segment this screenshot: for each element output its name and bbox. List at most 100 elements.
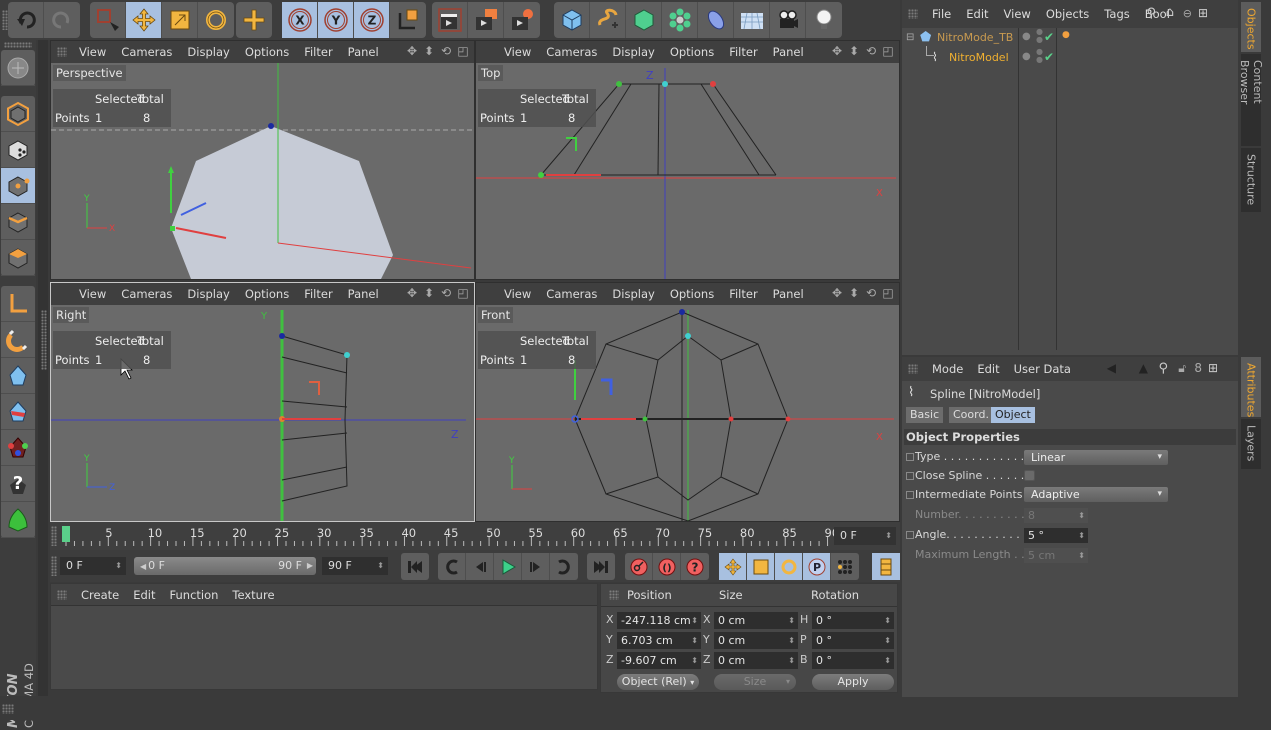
position-y-field[interactable]: 6.703 cm ⬍ xyxy=(617,632,701,649)
animate-checkbox[interactable] xyxy=(906,491,914,499)
sculpt-button[interactable] xyxy=(1,358,35,394)
visibility-dots-icon[interactable]: ● ● xyxy=(1036,28,1043,44)
pan-icon[interactable]: ✥ xyxy=(405,44,419,58)
size-x-field[interactable]: 0 cm ⬍ xyxy=(714,612,798,629)
object-row[interactable]: ⌇ NitroModel ● ● ● ✔ xyxy=(902,46,1238,68)
undo-button[interactable] xyxy=(8,2,44,38)
status-bar-grip[interactable] xyxy=(2,704,14,714)
menu-edit[interactable]: Edit xyxy=(133,588,155,602)
spinner-icon[interactable]: ⬍ xyxy=(788,632,795,649)
tag-icon[interactable]: ● xyxy=(1062,30,1070,40)
menu-view[interactable]: View xyxy=(504,287,531,301)
menu-display[interactable]: Display xyxy=(612,287,654,301)
menu-view[interactable]: View xyxy=(504,45,531,59)
menu-view[interactable]: View xyxy=(79,287,106,301)
menu-edit[interactable]: Edit xyxy=(966,7,988,21)
separator-grip[interactable] xyxy=(41,310,47,370)
spinner-icon[interactable]: ⬍ xyxy=(115,557,122,575)
pan-icon[interactable]: ✥ xyxy=(830,44,844,58)
live-selection-button[interactable] xyxy=(90,2,126,38)
rotation-h-field[interactable]: 0 ° ⬍ xyxy=(812,612,894,629)
collapse-toggle-icon[interactable]: ⊟ xyxy=(906,32,914,43)
menu-options[interactable]: Options xyxy=(670,287,714,301)
link-icon[interactable]: 8 xyxy=(1194,361,1202,375)
orbit-icon[interactable]: ⟲ xyxy=(439,286,453,300)
position-x-field[interactable]: -247.118 cm ⬍ xyxy=(617,612,701,629)
render-settings-button[interactable] xyxy=(504,2,540,38)
start-frame-field[interactable]: 0 F ⬍ xyxy=(60,557,126,575)
spinner-icon[interactable]: ⬍ xyxy=(1078,528,1085,543)
size-mode-dropdown[interactable]: Size ▾ xyxy=(714,674,796,690)
viewport-right[interactable]: View Cameras Display Options Filter Pane… xyxy=(50,282,475,522)
playhead[interactable] xyxy=(62,526,70,542)
viewport-front[interactable]: View Cameras Display Options Filter Pane… xyxy=(475,282,900,522)
spinner-icon[interactable]: ⬍ xyxy=(691,652,698,669)
enabled-check-icon[interactable]: ✔ xyxy=(1044,50,1054,64)
minimize-icon[interactable]: ⊖ xyxy=(1183,7,1192,20)
viewport-canvas[interactable]: X Y Front Selected Total Points 1 8 xyxy=(476,305,899,521)
search-icon[interactable]: ⚲ xyxy=(1158,361,1168,376)
menu-display[interactable]: Display xyxy=(187,45,229,59)
coordinate-system-button[interactable] xyxy=(390,2,426,38)
render-view-button[interactable] xyxy=(432,2,468,38)
cloner-button[interactable] xyxy=(662,2,698,38)
viewport-grip[interactable] xyxy=(57,47,67,57)
previous-frame-button[interactable] xyxy=(466,553,494,580)
paint-button[interactable] xyxy=(1,394,35,430)
spinner-icon[interactable]: ⬍ xyxy=(788,612,795,629)
maximize-view-icon[interactable]: ◰ xyxy=(881,286,895,300)
spinner-icon[interactable]: ⬍ xyxy=(691,612,698,629)
menu-filter[interactable]: Filter xyxy=(729,287,757,301)
menu-filter[interactable]: Filter xyxy=(304,45,332,59)
side-tab-objects[interactable]: Objects xyxy=(1241,2,1261,52)
layer-dot-icon[interactable]: ● xyxy=(1022,31,1031,42)
visibility-dots-icon[interactable]: ● ● xyxy=(1036,48,1043,64)
deformer-button[interactable] xyxy=(698,2,734,38)
points-mode-button[interactable] xyxy=(1,168,35,204)
model-mode-button[interactable] xyxy=(1,96,35,132)
side-tab-structure[interactable]: Structure xyxy=(1241,148,1261,212)
end-frame-field[interactable]: 90 F ⬍ xyxy=(322,557,388,575)
menu-display[interactable]: Display xyxy=(187,287,229,301)
lock-icon[interactable]: 🔓︎ xyxy=(1178,361,1186,376)
intermediate-points-dropdown[interactable]: Adaptive xyxy=(1024,487,1168,502)
scale-track-button[interactable] xyxy=(747,553,775,580)
menu-cameras[interactable]: Cameras xyxy=(546,45,597,59)
menu-function[interactable]: Function xyxy=(170,588,219,602)
polygons-mode-button[interactable] xyxy=(1,240,35,276)
side-tab-layers[interactable]: Layers xyxy=(1241,419,1261,469)
tab-object[interactable]: Object xyxy=(991,407,1035,423)
floor-button[interactable] xyxy=(734,2,770,38)
material-manager-grip[interactable] xyxy=(57,589,67,600)
viewport-canvas[interactable]: Z Y Y Z Right Selected Total Points 1 8 xyxy=(51,305,474,521)
x-axis-lock-button[interactable]: X xyxy=(282,2,318,38)
size-z-field[interactable]: 0 cm ⬍ xyxy=(714,652,798,669)
pan-icon[interactable]: ✥ xyxy=(405,286,419,300)
menu-user-data[interactable]: User Data xyxy=(1014,362,1071,376)
layer-dot-icon[interactable]: ● xyxy=(1022,51,1031,62)
tree-button[interactable] xyxy=(1,502,35,538)
menu-panel[interactable]: Panel xyxy=(773,287,804,301)
snapping-button[interactable] xyxy=(1,322,35,358)
menu-panel[interactable]: Panel xyxy=(348,45,379,59)
timeline-ruler[interactable]: 051015202530354045505560657075808590 xyxy=(62,524,839,548)
menu-view[interactable]: View xyxy=(1004,7,1031,21)
viewport-top[interactable]: View Cameras Display Options Filter Pane… xyxy=(475,40,900,280)
menu-cameras[interactable]: Cameras xyxy=(121,287,172,301)
side-tab-content-browser[interactable]: Content Browser xyxy=(1238,54,1264,146)
menu-options[interactable]: Options xyxy=(245,45,289,59)
position-track-button[interactable] xyxy=(719,553,747,580)
viewport-canvas[interactable]: Z X Top Selected Total Points 1 8 xyxy=(476,63,899,279)
menu-cameras[interactable]: Cameras xyxy=(546,287,597,301)
size-y-field[interactable]: 0 cm ⬍ xyxy=(714,632,798,649)
spinner-icon[interactable]: ⬍ xyxy=(884,652,891,669)
go-to-start-button[interactable] xyxy=(401,553,429,580)
rotation-p-field[interactable]: 0 ° ⬍ xyxy=(812,632,894,649)
spinner-icon[interactable]: ⬍ xyxy=(377,557,384,575)
subdivision-surface-button[interactable] xyxy=(626,2,662,38)
zoom-view-icon[interactable]: ⬍ xyxy=(422,286,436,300)
spinner-icon[interactable]: ⬍ xyxy=(691,632,698,649)
menu-display[interactable]: Display xyxy=(612,45,654,59)
spline-pen-button[interactable] xyxy=(590,2,626,38)
spinner-icon[interactable]: ⬍ xyxy=(884,632,891,649)
